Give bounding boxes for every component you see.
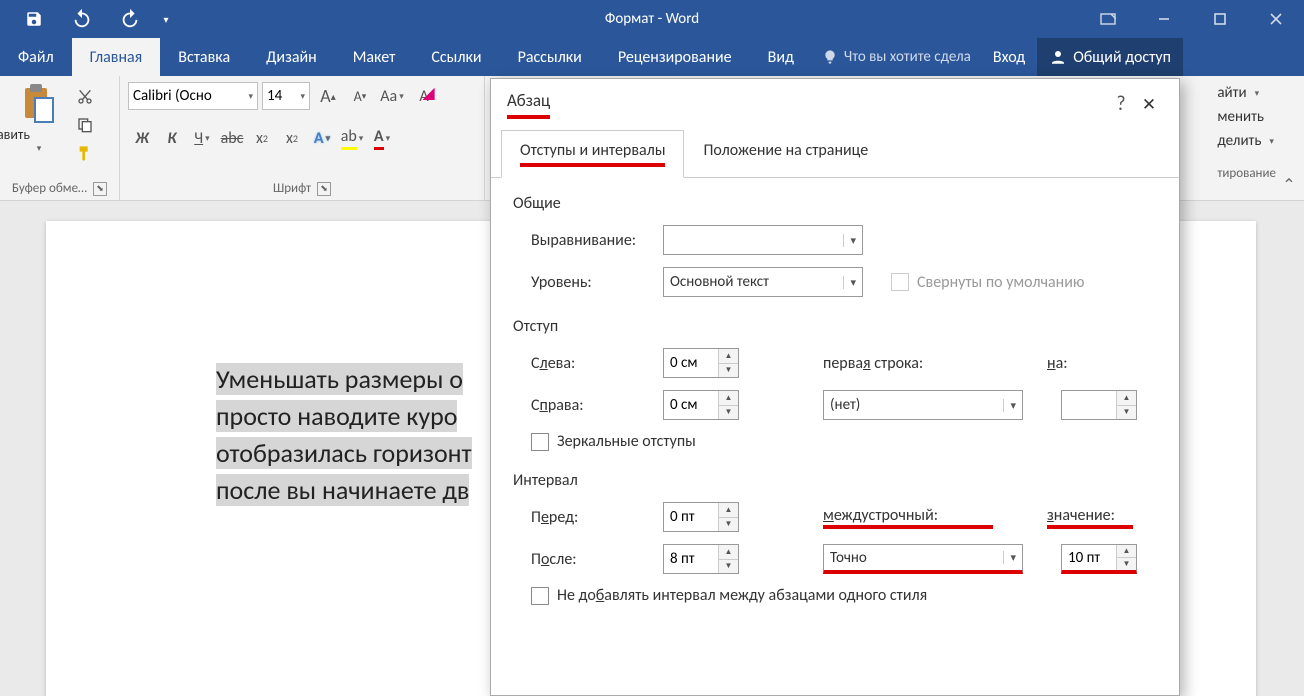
font-name-select[interactable]: Calibri (Осно▾ [128,82,258,110]
special-indent-label: первая строка: [823,354,973,373]
tab-view[interactable]: Вид [750,38,812,76]
quick-access-toolbar: ▾ [0,0,178,38]
collapse-ribbon-button[interactable]: ⌃ [1280,176,1298,194]
indent-right-label: Справа: [531,396,651,415]
ribbon-tabs: Файл Главная Вставка Дизайн Макет Ссылки… [0,38,1304,76]
tab-layout[interactable]: Макет [335,38,414,76]
tell-me-search[interactable]: Что вы хотите сдела [812,38,981,76]
section-spacing: Интервал Перед: ▲▼ междустрочный: значен… [513,471,1157,605]
clipboard-group-label: Буфер обме… [12,181,87,196]
format-painter-button[interactable] [74,142,96,164]
paste-icon [18,82,58,126]
select-button[interactable]: делить▾ [1217,132,1276,150]
share-label: Общий доступ [1073,48,1171,67]
title-bar: ▾ Формат - Word [0,0,1304,38]
text-effects-button[interactable]: A▾ [308,124,336,152]
group-font: Calibri (Осно▾ 14▾ A▴ A▾ Aa▾ A◢ Ж К Ч▾ a… [120,76,485,200]
tab-design[interactable]: Дизайн [248,38,335,76]
paragraph-dialog: Абзац ? ✕ Отступы и интервалы Положение … [490,78,1180,696]
ribbon-options-button[interactable] [1080,0,1136,38]
maximize-button[interactable] [1192,0,1248,38]
group-clipboard: Вставить ▾ Буфер обме… ⬊ [0,76,120,200]
paste-button[interactable]: Вставить ▾ [8,82,68,154]
indent-right-spin[interactable]: ▲▼ [663,390,739,420]
tab-review[interactable]: Рецензирование [600,38,750,76]
find-button[interactable]: айти▾ [1217,84,1276,102]
font-group-label: Шрифт [273,181,311,196]
clipboard-launcher[interactable]: ⬊ [93,182,107,196]
alignment-label: Выравнивание: [531,231,651,250]
tab-file[interactable]: Файл [0,38,72,76]
outline-level-label: Уровень: [531,273,651,292]
window-controls [1080,0,1304,38]
clear-formatting-button[interactable]: A◢ [410,82,438,110]
line-spacing-label: междустрочный: [823,506,993,529]
dialog-help-button[interactable]: ? [1107,92,1135,116]
at-spin[interactable]: ▲▼ [1061,544,1137,574]
section-indentation: Отступ Слева: ▲▼ первая строка: на: Спра… [513,317,1157,451]
font-size-select[interactable]: 14▾ [262,82,310,110]
tab-references[interactable]: Ссылки [413,38,499,76]
dialog-title: Абзац [507,90,550,119]
dialog-close-button[interactable]: ✕ [1135,94,1163,115]
mirror-indents-checkbox[interactable]: Зеркальные отступы [531,432,696,451]
selected-text: Уменьшать размеры о просто наводите куро… [216,361,526,509]
after-label: После: [531,550,651,569]
strikethrough-button[interactable]: abc [218,124,246,152]
section-general: Общие Выравнивание: ▾ Уровень: Основной … [513,194,1157,297]
by-spin[interactable]: ▲▼ [1061,390,1137,420]
before-spin[interactable]: ▲▼ [663,502,739,532]
indent-heading: Отступ [513,317,1157,336]
share-button[interactable]: Общий доступ [1037,38,1183,76]
alignment-combo[interactable]: ▾ [663,225,863,255]
dialog-tabs: Отступы и интервалы Положение на страниц… [491,129,1179,178]
underline-button[interactable]: Ч▾ [188,124,216,152]
subscript-button[interactable]: x2 [248,124,276,152]
tab-insert[interactable]: Вставка [160,38,248,76]
tab-indents-spacing[interactable]: Отступы и интервалы [501,130,684,178]
replace-button[interactable]: менить [1217,108,1276,126]
collapsed-checkbox: Свернуты по умолчанию [891,273,1084,292]
window-title: Формат - Word [605,10,699,28]
change-case-button[interactable]: Aa▾ [378,82,406,110]
tab-mailings[interactable]: Рассылки [500,38,600,76]
no-space-same-style-checkbox[interactable]: Не добавлять интервал между абзацами одн… [531,586,927,605]
shrink-font-button[interactable]: A▾ [346,82,374,110]
cut-button[interactable] [74,86,96,108]
tell-me-label: Что вы хотите сдела [844,48,971,66]
outline-level-combo[interactable]: Основной текст▾ [663,267,863,297]
general-heading: Общие [513,194,1157,213]
dialog-titlebar: Абзац ? ✕ [491,79,1179,129]
highlight-button[interactable]: ab▾ [338,124,366,152]
line-spacing-combo[interactable]: Точно▾ [823,544,1023,574]
spacing-heading: Интервал [513,471,1157,490]
editing-group-fragment: айти▾ менить делить▾ тирование [1217,84,1276,181]
qat-customize[interactable]: ▾ [154,0,178,38]
by-label: на: [1047,354,1068,373]
tab-home[interactable]: Главная [72,38,161,76]
before-label: Перед: [531,508,651,527]
superscript-button[interactable]: x2 [278,124,306,152]
grow-font-button[interactable]: A▴ [314,82,342,110]
copy-button[interactable] [74,114,96,136]
bold-button[interactable]: Ж [128,124,156,152]
indent-left-label: Слева: [531,354,651,373]
close-button[interactable] [1248,0,1304,38]
redo-button[interactable] [106,0,154,38]
indent-left-spin[interactable]: ▲▼ [663,348,739,378]
editing-group-label: тирование [1217,166,1276,181]
undo-button[interactable] [58,0,106,38]
at-label: значение: [1047,506,1133,529]
signin-button[interactable]: Вход [981,38,1037,76]
save-button[interactable] [10,0,58,38]
after-spin[interactable]: ▲▼ [663,544,739,574]
italic-button[interactable]: К [158,124,186,152]
font-launcher[interactable]: ⬊ [317,182,331,196]
special-indent-combo[interactable]: (нет)▾ [823,390,1023,420]
tab-line-page-breaks[interactable]: Положение на странице [684,130,887,178]
minimize-button[interactable] [1136,0,1192,38]
dialog-body: Общие Выравнивание: ▾ Уровень: Основной … [491,178,1179,695]
font-color-button[interactable]: A▾ [368,124,396,152]
